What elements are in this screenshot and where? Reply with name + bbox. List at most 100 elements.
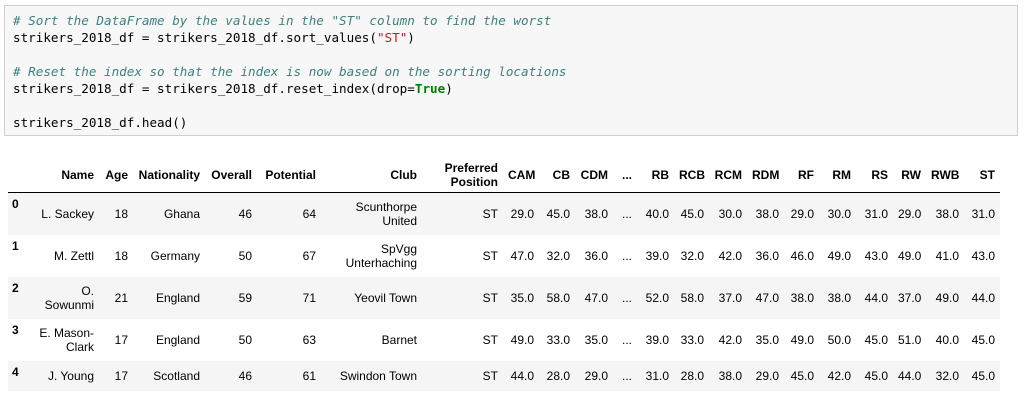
table-cell: M. Zettl xyxy=(53,248,94,263)
table-cell: 58.0 xyxy=(546,290,570,305)
table-cell: 29.0 xyxy=(755,368,779,383)
table-cell: 30.0 xyxy=(718,206,742,221)
column-header: RDM xyxy=(747,157,784,193)
column-header: Potential xyxy=(257,157,321,193)
column-header: RB xyxy=(637,157,674,193)
column-header xyxy=(8,157,32,193)
table-cell: 46 xyxy=(238,368,252,383)
table-cell: 51.0 xyxy=(898,332,922,347)
table-cell: 31.0 xyxy=(971,206,995,221)
table-cell: Germany xyxy=(150,248,200,263)
table-cell: 44.0 xyxy=(971,290,995,305)
table-cell: 28.0 xyxy=(680,368,704,383)
table-cell: 41.0 xyxy=(935,248,959,263)
dataframe-table: Name Age Nationality Overall Potential C… xyxy=(8,157,1000,391)
table-row: 1 M. Zettl 18 Germany 50 67 SpVgg Unterhaching… xyxy=(8,235,1000,277)
table-cell: 49.0 xyxy=(510,332,534,347)
table-cell: ... xyxy=(621,290,632,305)
column-header: Preferred Position xyxy=(422,157,503,193)
table-cell: 38.0 xyxy=(755,206,779,221)
column-header: Overall xyxy=(205,157,257,193)
table-cell: 35.0 xyxy=(510,290,534,305)
table-cell: 47.0 xyxy=(584,290,608,305)
table-cell: 71 xyxy=(302,290,316,305)
table-cell: 50 xyxy=(238,332,252,347)
code-string: "ST" xyxy=(376,30,408,45)
table-cell: 36.0 xyxy=(584,248,608,263)
table-cell: 21 xyxy=(114,290,128,305)
table-row: 3 E. Mason-Clark 17 England 50 63 Barnet ST 49.0… xyxy=(8,319,1000,361)
table-cell: ST xyxy=(482,368,498,383)
table-cell: 50.0 xyxy=(827,332,851,347)
table-cell: 50 xyxy=(238,248,252,263)
table-cell: 64 xyxy=(302,206,316,221)
table-cell: ST xyxy=(482,290,498,305)
table-cell: 35.0 xyxy=(755,332,779,347)
table-cell: 31.0 xyxy=(645,368,669,383)
table-row: 4 J. Young 17 Scotland 46 61 Swindon Town ST 44.… xyxy=(8,360,1000,391)
table-cell: 67 xyxy=(302,248,316,263)
code-line: ) xyxy=(445,81,453,96)
code-line: strikers_2018_df = strikers_2018_df.sort… xyxy=(13,30,377,45)
table-cell: 31.0 xyxy=(864,206,888,221)
table-cell: 49.0 xyxy=(790,332,814,347)
table-cell: ... xyxy=(621,248,632,263)
column-header: ST xyxy=(964,157,1000,193)
table-cell: Scotland xyxy=(153,368,200,383)
row-index: 0 xyxy=(12,197,19,211)
table-cell: 38.0 xyxy=(790,290,814,305)
table-cell: 36.0 xyxy=(755,248,779,263)
column-header: Club xyxy=(321,157,422,193)
table-cell: ST xyxy=(482,248,498,263)
code-line: strikers_2018_df = strikers_2018_df.rese… xyxy=(13,81,415,96)
table-header-row: Name Age Nationality Overall Potential C… xyxy=(8,157,1000,193)
table-cell: 39.0 xyxy=(645,248,669,263)
table-cell: 45.0 xyxy=(546,206,570,221)
column-header: ... xyxy=(613,157,637,193)
code-comment: # Sort the DataFrame by the values in th… xyxy=(13,13,552,28)
table-cell: 42.0 xyxy=(718,248,742,263)
table-cell: 35.0 xyxy=(584,332,608,347)
column-header: Name xyxy=(32,157,99,193)
table-cell: 40.0 xyxy=(935,332,959,347)
table-cell: L. Sackey xyxy=(41,206,94,221)
column-header: RM xyxy=(819,157,856,193)
code-cell-input[interactable]: # Sort the DataFrame by the values in th… xyxy=(4,5,1018,136)
table-cell: 45.0 xyxy=(864,332,888,347)
column-header: RCB xyxy=(674,157,709,193)
table-cell: 30.0 xyxy=(827,206,851,221)
table-cell: England xyxy=(155,290,200,305)
table-cell: 47.0 xyxy=(755,290,779,305)
table-cell: 61 xyxy=(302,368,316,383)
table-cell: 59 xyxy=(238,290,252,305)
table-cell: Ghana xyxy=(163,206,200,221)
table-cell: 45.0 xyxy=(971,368,995,383)
table-cell: 38.0 xyxy=(718,368,742,383)
code-keyword: True xyxy=(414,81,446,96)
table-cell: 49.0 xyxy=(898,248,922,263)
table-cell: 37.0 xyxy=(718,290,742,305)
table-cell: 28.0 xyxy=(546,368,570,383)
table-cell: 38.0 xyxy=(935,206,959,221)
table-cell: 45.0 xyxy=(790,368,814,383)
table-cell: 42.0 xyxy=(718,332,742,347)
table-cell: 18 xyxy=(114,206,128,221)
code-editor[interactable]: # Sort the DataFrame by the values in th… xyxy=(13,12,567,131)
table-cell: 17 xyxy=(114,332,128,347)
column-header: RCM xyxy=(709,157,747,193)
table-cell: Barnet xyxy=(381,332,417,347)
table-cell: England xyxy=(155,332,200,347)
table-cell: 42.0 xyxy=(827,368,851,383)
column-header: RWB xyxy=(926,157,964,193)
column-header: Age xyxy=(99,157,133,193)
table-cell: 58.0 xyxy=(680,290,704,305)
code-line: strikers_2018_df.head() xyxy=(13,115,188,130)
table-row: 0 L. Sackey 18 Ghana 46 64 Scunthorpe United ST… xyxy=(8,192,1000,235)
column-header: CAM xyxy=(503,157,539,193)
table-cell: 45.0 xyxy=(971,332,995,347)
table-cell: Swindon Town xyxy=(339,368,417,383)
column-header: RF xyxy=(784,157,819,193)
table-cell: 43.0 xyxy=(864,248,888,263)
table-cell: 33.0 xyxy=(546,332,570,347)
table-cell: 29.0 xyxy=(584,368,608,383)
